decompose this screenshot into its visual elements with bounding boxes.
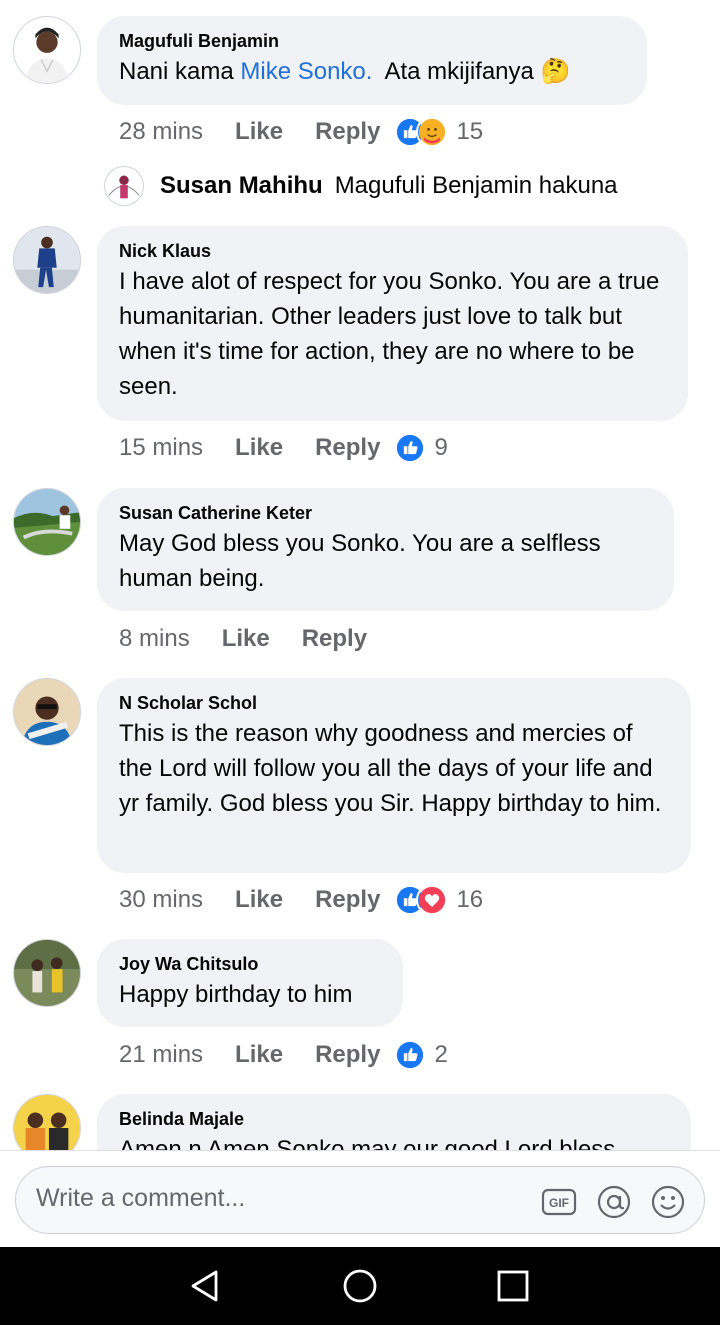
comment-time[interactable]: 21 mins	[119, 1041, 203, 1069]
comment-text: May God bless you Sonko. You are a selfl…	[119, 530, 601, 592]
back-icon[interactable]	[187, 1267, 225, 1305]
comment-composer: Write a comment... GIF	[0, 1150, 720, 1247]
comment-bubble[interactable]: Joy Wa Chitsulo Happy birthday to him	[97, 939, 403, 1027]
comment-placeholder[interactable]: Write a comment...	[36, 1184, 245, 1213]
comment-text-start: Nani kama	[119, 58, 241, 85]
comment-meta: 28 mins Like Reply 15	[119, 115, 483, 149]
reply-preview[interactable]: Susan Mahihu Magufuli Benjamin hakuna	[104, 166, 618, 206]
home-icon[interactable]	[341, 1267, 379, 1305]
comment-bubble[interactable]: Magufuli Benjamin Nani kama Mike Sonko. …	[97, 16, 647, 105]
comment-text: This is the reason why goodness and merc…	[119, 720, 662, 817]
reply-button[interactable]: Reply	[302, 625, 367, 653]
like-button[interactable]: Like	[235, 1041, 283, 1069]
comment-bubble[interactable]: Susan Catherine Keter May God bless you …	[97, 488, 674, 611]
comment-meta: 30 mins Like Reply 16	[119, 883, 483, 917]
avatar[interactable]	[13, 939, 81, 1007]
comment-time[interactable]: 28 mins	[119, 118, 203, 146]
thinking-emoji-icon: 🤔	[540, 58, 571, 85]
like-button[interactable]: Like	[235, 434, 283, 462]
comment-text-end: Ata mkijifanya	[372, 58, 541, 85]
avatar[interactable]	[13, 678, 81, 746]
comment-author[interactable]: Magufuli Benjamin	[119, 30, 625, 52]
comment-time[interactable]: 15 mins	[119, 434, 203, 462]
comment-bubble[interactable]: Nick Klaus I have alot of respect for yo…	[97, 226, 688, 421]
comment-text: Happy birthday to him	[119, 981, 353, 1008]
comment-time[interactable]: 8 mins	[119, 625, 190, 653]
reaction-count: 16	[456, 886, 484, 913]
reply-button[interactable]: Reply	[315, 886, 380, 914]
comment-meta: 8 mins Like Reply	[119, 622, 399, 656]
reactions-summary[interactable]: 16	[394, 884, 483, 916]
avatar[interactable]	[13, 16, 81, 84]
comment-input[interactable]: Write a comment... GIF	[15, 1166, 705, 1234]
emoji-icon[interactable]	[650, 1184, 686, 1220]
comment-author[interactable]: N Scholar Schol	[119, 692, 669, 714]
reply-button[interactable]: Reply	[315, 1041, 380, 1069]
like-button[interactable]: Like	[235, 886, 283, 914]
comment-text: I have alot of respect for you Sonko. Yo…	[119, 268, 660, 400]
comment-text: Nani kama Mike Sonko. Ata mkijifanya 🤔	[119, 54, 625, 89]
reactions-summary[interactable]: 15	[394, 116, 483, 148]
reactions-summary[interactable]: 2	[394, 1039, 448, 1071]
love-icon	[416, 884, 449, 916]
reaction-count: 9	[434, 434, 448, 461]
comment-time[interactable]: 30 mins	[119, 886, 203, 914]
comment-author[interactable]: Nick Klaus	[119, 240, 666, 262]
comment-text: Amen n Amen Sonko may our good Lord bles…	[119, 1136, 616, 1150]
reaction-count: 2	[434, 1041, 448, 1068]
comment-author[interactable]: Joy Wa Chitsulo	[119, 953, 381, 975]
comment-bubble[interactable]: Belinda Majale Amen n Amen Sonko may our…	[97, 1094, 691, 1150]
comment-meta: 21 mins Like Reply 2	[119, 1038, 448, 1072]
reply-button[interactable]: Reply	[315, 118, 380, 146]
comment-author[interactable]: Susan Catherine Keter	[119, 502, 652, 524]
comment-author[interactable]: Belinda Majale	[119, 1108, 669, 1130]
mention-link[interactable]: Mike Sonko.	[240, 58, 372, 85]
like-icon	[394, 432, 427, 464]
android-navigation-bar	[0, 1247, 720, 1325]
reaction-count: 15	[456, 118, 484, 145]
comment-bubble[interactable]: N Scholar Schol This is the reason why g…	[97, 678, 691, 873]
like-button[interactable]: Like	[235, 118, 283, 146]
avatar[interactable]	[13, 488, 81, 556]
reply-button[interactable]: Reply	[315, 434, 380, 462]
comments-feed[interactable]: Magufuli Benjamin Nani kama Mike Sonko. …	[0, 0, 720, 1150]
avatar	[104, 166, 144, 206]
svg-text:GIF: GIF	[549, 1196, 569, 1210]
gif-icon[interactable]: GIF	[541, 1184, 577, 1220]
avatar[interactable]	[13, 1094, 81, 1150]
reply-author[interactable]: Susan Mahihu	[160, 172, 323, 200]
avatar[interactable]	[13, 226, 81, 294]
reactions-summary[interactable]: 9	[394, 432, 448, 464]
comment-meta: 15 mins Like Reply 9	[119, 431, 448, 465]
reply-text: Magufuli Benjamin hakuna	[334, 172, 618, 199]
recents-icon[interactable]	[494, 1267, 532, 1305]
like-icon	[394, 1039, 427, 1071]
care-icon	[416, 116, 449, 148]
mention-icon[interactable]	[596, 1184, 632, 1220]
like-button[interactable]: Like	[222, 625, 270, 653]
